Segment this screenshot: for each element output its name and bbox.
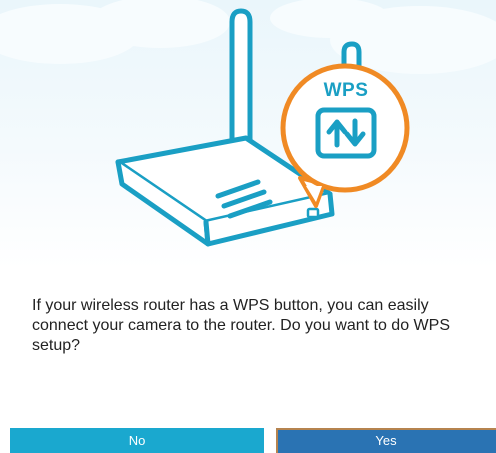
wps-prompt-message: If your wireless router has a WPS button… bbox=[32, 297, 450, 354]
wps-setup-screen: WPS If your wireless router has a WPS bu… bbox=[0, 0, 496, 453]
no-button[interactable]: No bbox=[10, 428, 264, 453]
router-illustration bbox=[0, 0, 496, 247]
wps-illustration: WPS bbox=[0, 0, 496, 268]
wps-badge-label: WPS bbox=[323, 80, 369, 101]
yes-button[interactable]: Yes bbox=[276, 428, 496, 453]
wps-sync-arrows-icon bbox=[315, 107, 377, 159]
